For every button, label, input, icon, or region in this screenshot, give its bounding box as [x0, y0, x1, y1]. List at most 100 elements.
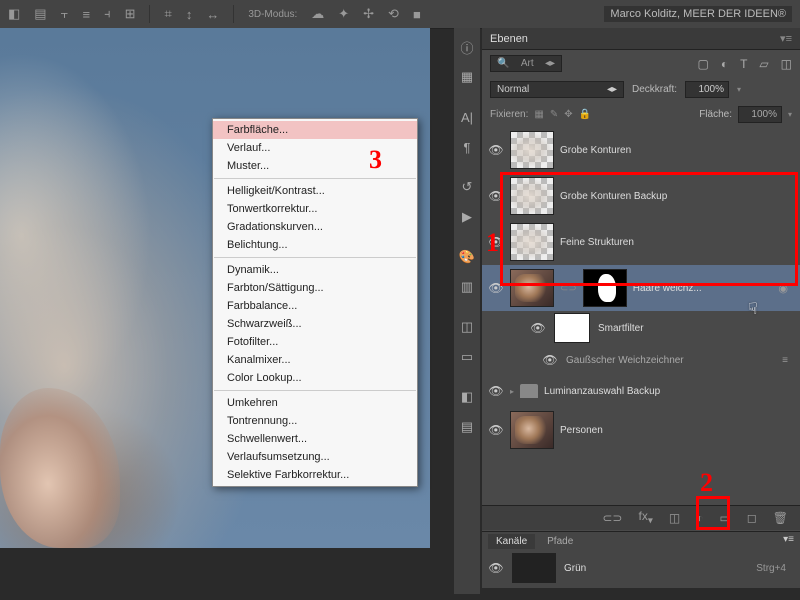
- menu-item[interactable]: Kanalmixer...: [213, 351, 417, 369]
- smartfilter-row[interactable]: 👁 Smartfilter: [482, 311, 800, 345]
- menu-item[interactable]: Belichtung...: [213, 236, 417, 254]
- menu-item[interactable]: Tontrennung...: [213, 412, 417, 430]
- menu-item[interactable]: Verlauf...: [213, 139, 417, 157]
- fill-input[interactable]: 100%: [738, 106, 782, 123]
- filter-item[interactable]: 👁Gaußscher Weichzeichner≡: [482, 345, 800, 375]
- layer-thumb[interactable]: [510, 177, 554, 215]
- visibility-icon[interactable]: 👁: [488, 423, 504, 437]
- layer-name: Smartfilter: [598, 323, 644, 334]
- play-icon[interactable]: ▶: [455, 204, 479, 230]
- visibility-icon[interactable]: 👁: [542, 353, 558, 367]
- character-icon[interactable]: A|: [455, 104, 479, 130]
- mask-icon[interactable]: ◫: [669, 511, 680, 525]
- menu-item[interactable]: Helligkeit/Kontrast...: [213, 182, 417, 200]
- panel-icon[interactable]: ◧: [455, 384, 479, 410]
- lock-label: Fixieren:: [490, 109, 528, 120]
- layer-thumb[interactable]: [510, 411, 554, 449]
- lock-transparent-icon[interactable]: ▦: [534, 109, 543, 120]
- fx-icon[interactable]: fx▾: [638, 509, 652, 526]
- lock-position-icon[interactable]: ✥: [564, 109, 572, 120]
- panel-menu-icon[interactable]: ▾≡: [783, 534, 794, 549]
- layer-panel-footer: ⊂⊃ fx▾ ◫ ◐ ▭ ◻ 🗑: [482, 505, 800, 530]
- 3d-icon[interactable]: ✢: [363, 6, 374, 22]
- mask-thumb[interactable]: [583, 269, 627, 307]
- history-icon[interactable]: ↺: [455, 174, 479, 200]
- layer-thumb[interactable]: [510, 131, 554, 169]
- panel-icon[interactable]: ◫: [455, 314, 479, 340]
- panel-icon[interactable]: ▭: [455, 344, 479, 370]
- menu-item[interactable]: Farbfläche...: [213, 121, 417, 139]
- visibility-icon[interactable]: 👁: [488, 281, 504, 295]
- channel-row[interactable]: 👁 Grün Strg+4: [482, 551, 800, 585]
- palette-icon[interactable]: 🎨: [455, 244, 479, 270]
- filter-options-icon[interactable]: ≡: [782, 355, 794, 366]
- layer-row[interactable]: 👁Feine Strukturen: [482, 219, 800, 265]
- new-layer-icon[interactable]: ◻: [747, 511, 757, 525]
- filter-pixel-icon[interactable]: ▢: [697, 57, 708, 71]
- visibility-icon[interactable]: 👁: [488, 384, 504, 398]
- layer-thumb[interactable]: [510, 223, 554, 261]
- filter-mask-thumb[interactable]: [554, 313, 590, 343]
- layer-group[interactable]: 👁▸Luminanzauswahl Backup: [482, 375, 800, 407]
- swatch-icon[interactable]: ▦: [455, 64, 479, 90]
- visibility-icon[interactable]: 👁: [488, 561, 504, 575]
- layer-thumb[interactable]: [510, 269, 554, 307]
- layer-name: Grobe Konturen Backup: [560, 191, 667, 202]
- link-icon[interactable]: ⊂⊃: [560, 283, 577, 294]
- panel-title: Ebenen: [490, 33, 528, 45]
- tab-paths[interactable]: Pfade: [539, 534, 581, 549]
- info-icon[interactable]: ⓘ: [455, 34, 479, 60]
- layer-row[interactable]: 👁⊂⊃Haare weichz...◉: [482, 265, 800, 311]
- menu-item[interactable]: Tonwertkorrektur...: [213, 200, 417, 218]
- layer-list: 👁Grobe Konturen👁Grobe Konturen Backup👁Fe…: [482, 127, 800, 453]
- adjustment-layer-icon[interactable]: ◐: [696, 511, 703, 525]
- panel-icon[interactable]: ▥: [455, 274, 479, 300]
- 3d-icon[interactable]: ■: [413, 7, 421, 22]
- panel-icon[interactable]: ▤: [455, 414, 479, 440]
- menu-item[interactable]: Color Lookup...: [213, 369, 417, 387]
- lock-pixels-icon[interactable]: ✎: [550, 109, 558, 120]
- menu-item[interactable]: Verlaufsumsetzung...: [213, 448, 417, 466]
- 3d-icon[interactable]: ✦: [338, 6, 349, 22]
- lock-all-icon[interactable]: 🔒: [579, 109, 591, 120]
- menu-item[interactable]: Farbbalance...: [213, 297, 417, 315]
- layer-name: Personen: [560, 425, 603, 436]
- layer-row[interactable]: 👁 Grobe Konturen Backup: [482, 173, 800, 219]
- delete-icon[interactable]: 🗑: [773, 511, 788, 525]
- folder-icon: [520, 384, 538, 398]
- filter-type-icon[interactable]: T: [740, 57, 747, 71]
- filter-adjust-icon[interactable]: ◐: [721, 57, 728, 71]
- menu-item[interactable]: Farbton/Sättigung...: [213, 279, 417, 297]
- menu-item[interactable]: Umkehren: [213, 394, 417, 412]
- menu-item[interactable]: Schwellenwert...: [213, 430, 417, 448]
- opacity-input[interactable]: 100%: [685, 81, 729, 98]
- paragraph-icon[interactable]: ¶: [455, 134, 479, 160]
- menu-item[interactable]: Gradationskurven...: [213, 218, 417, 236]
- filter-smart-icon[interactable]: ◫: [781, 57, 792, 71]
- adjustment-layer-menu: Farbfläche...Verlauf...Muster... Helligke…: [212, 118, 418, 487]
- menu-item[interactable]: Selektive Farbkorrektur...: [213, 466, 417, 484]
- visibility-icon[interactable]: 👁: [530, 321, 546, 335]
- link-layers-icon[interactable]: ⊂⊃: [602, 511, 622, 525]
- filter-shape-icon[interactable]: ▱: [759, 57, 768, 71]
- 3d-icon[interactable]: ⟲: [388, 6, 399, 22]
- filter-type-dropdown[interactable]: 🔍 Art ◂▸: [490, 55, 562, 72]
- visibility-icon[interactable]: 👁: [488, 143, 504, 157]
- 3d-icon[interactable]: ☁: [311, 6, 324, 22]
- menu-item[interactable]: Dynamik...: [213, 261, 417, 279]
- menu-item[interactable]: Schwarzweiß...: [213, 315, 417, 333]
- blend-mode-dropdown[interactable]: Normal◂▸: [490, 81, 624, 98]
- tool-icon: ≡: [82, 7, 90, 22]
- group-icon[interactable]: ▭: [719, 511, 730, 525]
- tool-icon: ⫟: [61, 6, 69, 22]
- options-bar: ◧ ▤ ⫟ ≡ ⫞ ⊞ ⌗ ↕ ↔ 3D-Modus: ☁ ✦ ✢ ⟲ ■ Ma…: [0, 0, 800, 29]
- smart-object-icon: ◉: [778, 282, 794, 295]
- menu-item[interactable]: Fotofilter...: [213, 333, 417, 351]
- tab-channels[interactable]: Kanäle: [488, 534, 535, 549]
- panel-menu-icon[interactable]: ▾≡: [780, 32, 792, 45]
- panel-tab-layers[interactable]: Ebenen ▾≡: [482, 28, 800, 50]
- visibility-icon[interactable]: 👁: [488, 189, 504, 203]
- layer-row[interactable]: 👁Grobe Konturen: [482, 127, 800, 173]
- menu-item[interactable]: Muster...: [213, 157, 417, 175]
- layer-row[interactable]: 👁 Personen: [482, 407, 800, 453]
